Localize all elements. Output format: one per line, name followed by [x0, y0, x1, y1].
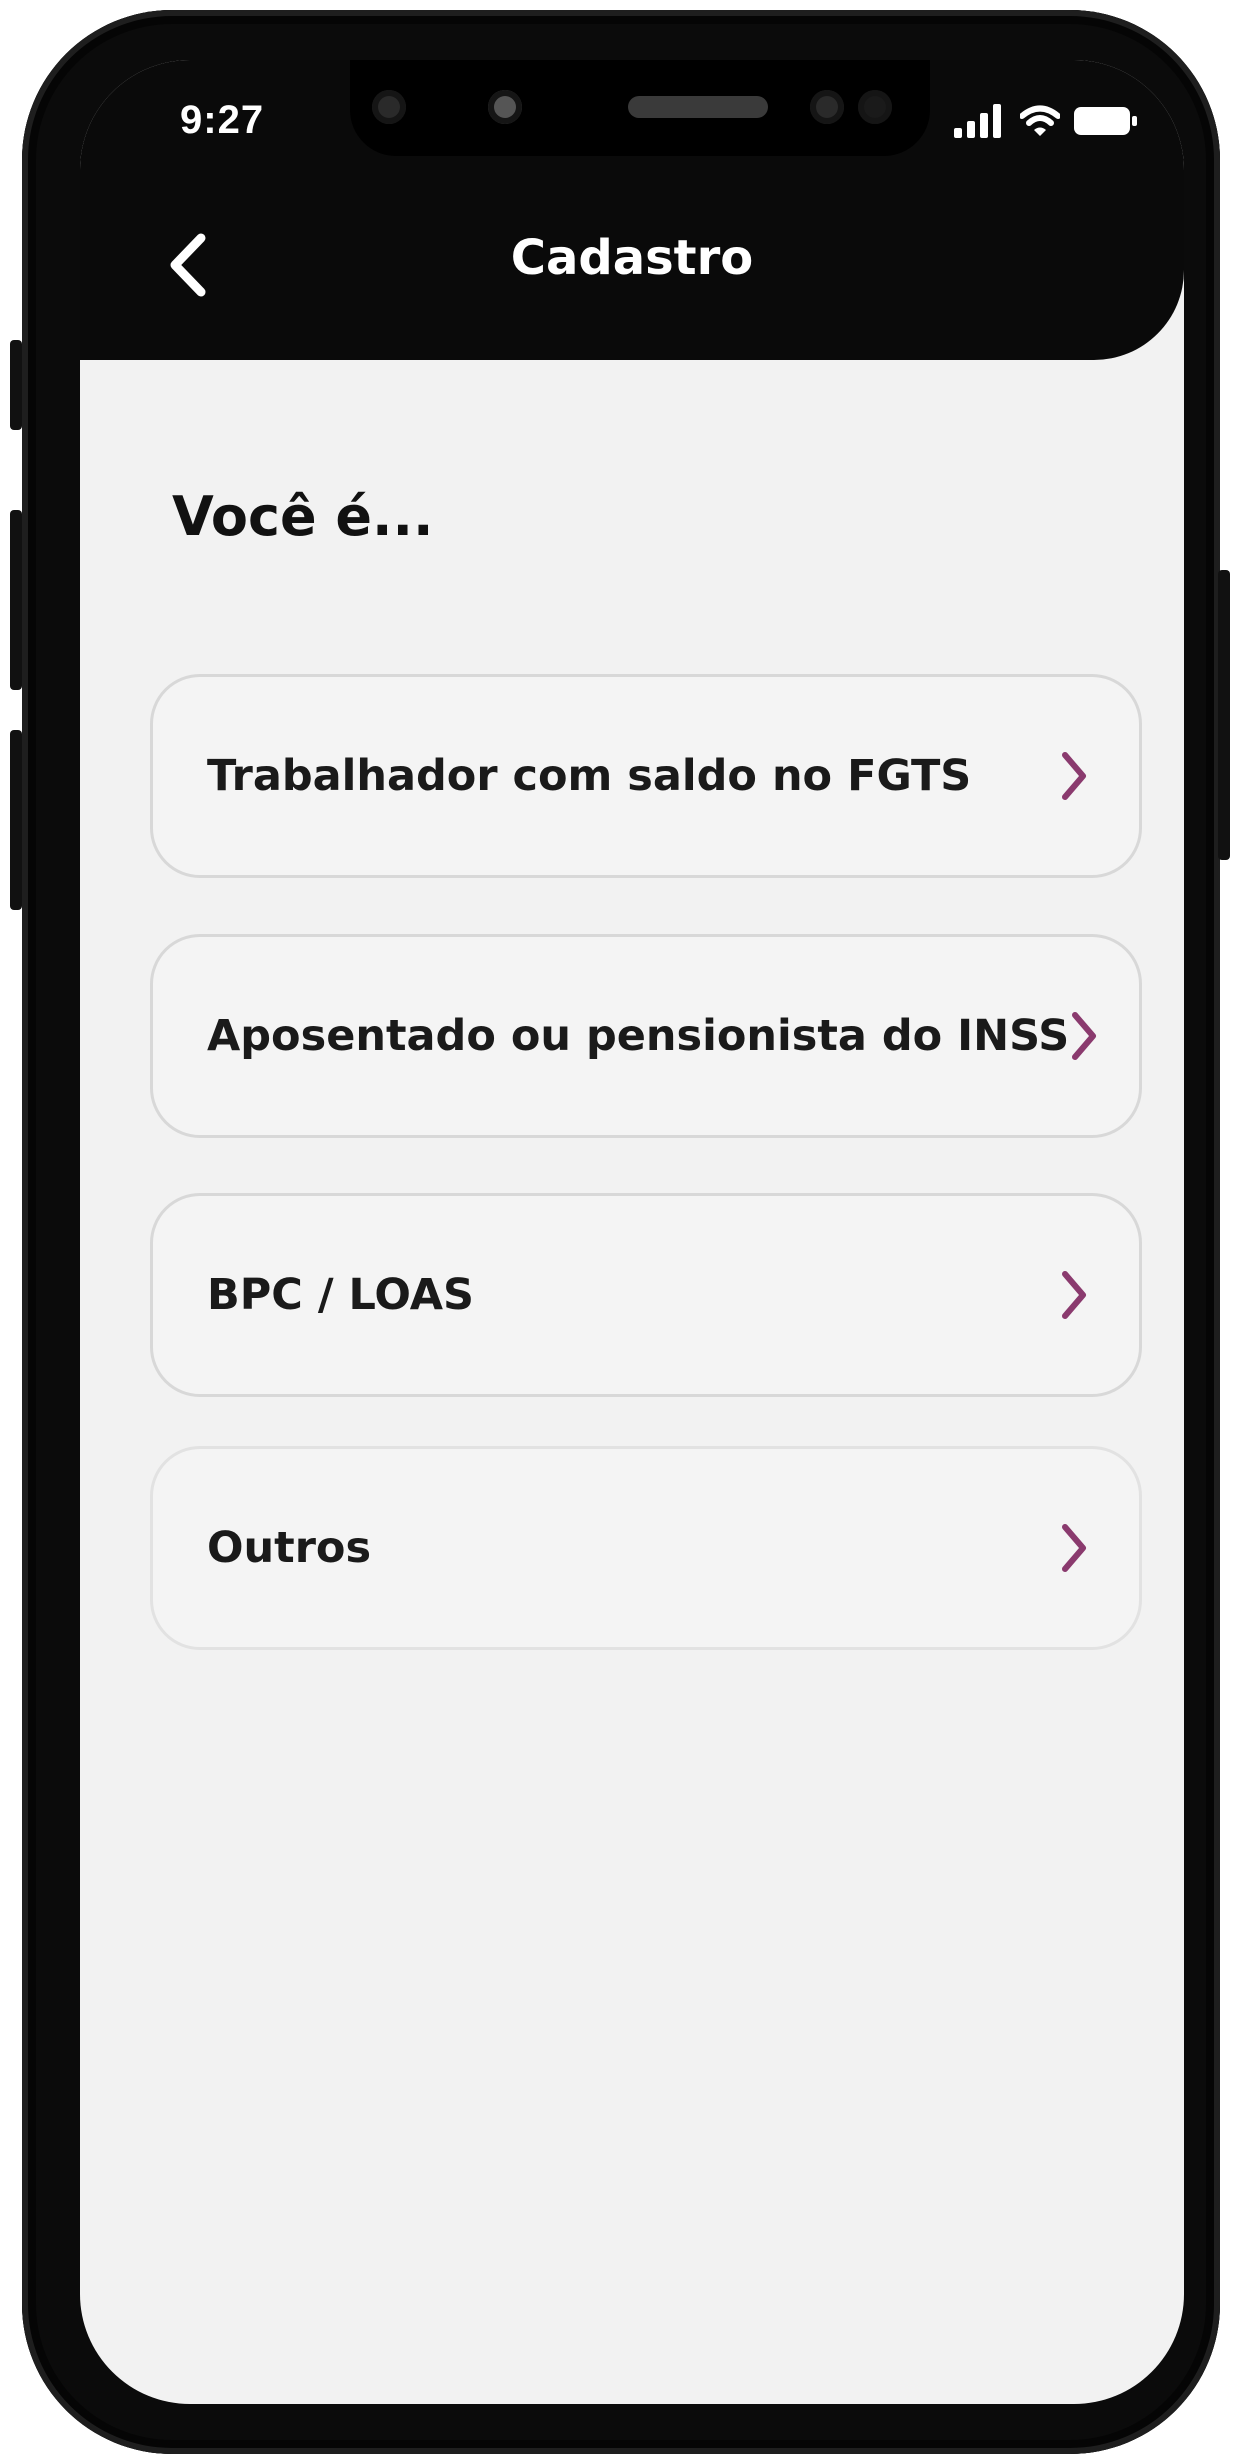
light-sensor-icon — [858, 90, 892, 124]
option-others[interactable]: Outros — [150, 1446, 1142, 1650]
question-heading: Você é... — [172, 485, 434, 548]
option-label: Trabalhador com saldo no FGTS — [207, 751, 972, 801]
front-camera-icon — [372, 90, 406, 124]
app-screen: 9:27 Cadastro Você é... Trabalhador com … — [80, 60, 1184, 2404]
wifi-icon — [1020, 105, 1060, 136]
status-icons — [954, 104, 1138, 138]
chevron-right-icon — [1072, 1012, 1096, 1060]
phone-frame: 9:27 Cadastro Você é... Trabalhador com … — [10, 10, 1230, 2454]
option-fgts-worker[interactable]: Trabalhador com saldo no FGTS — [150, 674, 1142, 878]
page-title: Cadastro — [510, 230, 754, 286]
volume-up-button — [10, 510, 22, 690]
volume-down-button — [10, 730, 22, 910]
earpiece-speaker — [628, 96, 768, 118]
option-label: Outros — [207, 1523, 372, 1573]
power-button — [1218, 570, 1230, 860]
battery-icon — [1074, 107, 1137, 135]
signal-icon — [954, 104, 1001, 138]
app-header: 9:27 Cadastro — [80, 60, 1184, 360]
chevron-right-icon — [1062, 752, 1086, 800]
option-bpc-loas[interactable]: BPC / LOAS — [150, 1193, 1142, 1397]
option-label: Aposentado ou pensionista do INSS — [207, 1011, 1070, 1061]
chevron-right-icon — [1062, 1271, 1086, 1319]
status-time: 9:27 — [180, 98, 265, 142]
proximity-sensor-icon — [810, 90, 844, 124]
mute-switch — [10, 340, 22, 430]
camera-notch — [350, 60, 930, 156]
option-label: BPC / LOAS — [207, 1270, 475, 1320]
option-inss-retiree[interactable]: Aposentado ou pensionista do INSS — [150, 934, 1142, 1138]
sensor-icon — [488, 90, 522, 124]
chevron-right-icon — [1062, 1524, 1086, 1572]
